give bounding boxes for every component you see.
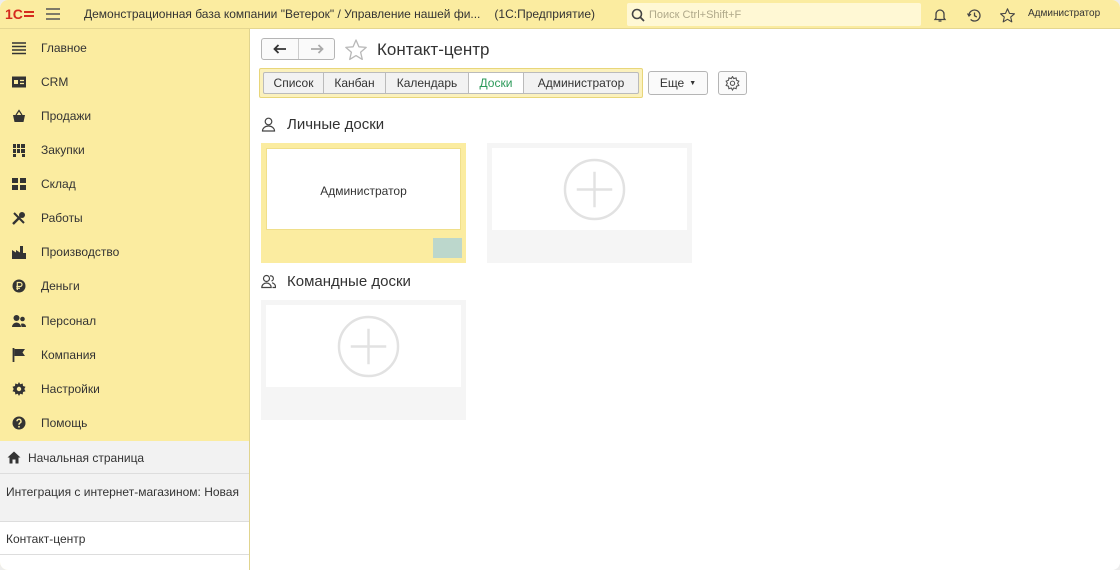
- tab-label: Администратор: [537, 76, 625, 90]
- warehouse-grid-icon: [12, 178, 26, 190]
- more-button-label: Еще: [659, 76, 685, 90]
- page-title: Контакт-центр: [377, 40, 490, 59]
- menu-lines-icon: [12, 42, 26, 55]
- view-tabs: Список Канбан Календарь Доски Администра…: [259, 68, 643, 98]
- open-windows-panel: Начальная страница Интеграция с интернет…: [0, 441, 249, 570]
- sidebar-item-crm[interactable]: CRM: [0, 64, 249, 98]
- sidebar-item-label: Деньги: [41, 279, 80, 293]
- sidebar-item-money[interactable]: Деньги: [0, 268, 249, 302]
- sidebar-item-label: Компания: [41, 348, 96, 362]
- tab-administrator[interactable]: Администратор: [523, 72, 639, 94]
- search-icon: [631, 8, 645, 22]
- tab-label: Список: [273, 76, 314, 90]
- tab-boards[interactable]: Доски: [468, 72, 524, 94]
- open-window-label: Начальная страница: [28, 451, 145, 465]
- sidebar-item-label: Продажи: [41, 109, 92, 123]
- sidebar-item-label: Настройки: [41, 382, 100, 396]
- ruble-coin-icon: [12, 279, 26, 293]
- section-title: Командные доски: [287, 273, 411, 290]
- tab-label: Календарь: [396, 76, 458, 90]
- sidebar-item-company[interactable]: Компания: [0, 337, 249, 371]
- crm-card-icon: [12, 76, 26, 88]
- tab-list[interactable]: Список: [263, 72, 324, 94]
- sidebar-item-label: CRM: [41, 75, 69, 89]
- back-button[interactable]: [262, 39, 298, 59]
- sidebar-item-works[interactable]: Работы: [0, 200, 249, 234]
- arrow-right-icon: [310, 44, 324, 54]
- main-content: Контакт-центр Список Канбан Календарь До…: [250, 29, 1120, 570]
- 1c-logo-icon: 1С: [0, 0, 40, 29]
- open-window-home[interactable]: Начальная страница: [0, 441, 249, 474]
- sidebar-item-label: Работы: [41, 211, 83, 225]
- search-input[interactable]: [649, 8, 899, 21]
- app-platform: (1С:Предприятие): [494, 7, 596, 21]
- person-icon: [261, 117, 276, 132]
- add-team-board-button[interactable]: [261, 300, 466, 420]
- plus-circle-icon: [563, 158, 626, 221]
- open-window-contact-center[interactable]: Контакт-центр: [0, 522, 249, 555]
- history-nav: [261, 38, 335, 60]
- gear-icon: [12, 382, 26, 396]
- sidebar-item-warehouse[interactable]: Склад: [0, 166, 249, 200]
- arrow-left-icon: [273, 44, 286, 54]
- sidebar-item-production[interactable]: Производство: [0, 234, 249, 268]
- open-window-label: Контакт-центр: [6, 532, 86, 546]
- sidebar-item-label: Главное: [41, 41, 87, 55]
- section-title: Личные доски: [287, 116, 385, 133]
- personal-board-administrator[interactable]: Администратор: [261, 143, 466, 263]
- current-user[interactable]: Администратор: [1028, 8, 1100, 19]
- sidebar: Главное CRM Продажи Закупки Склад Работы…: [0, 29, 250, 570]
- people-icon: [12, 315, 26, 327]
- open-window-label: Интеграция с интернет-магазином: Новая: [6, 485, 239, 499]
- gear-icon: [725, 75, 740, 91]
- board-preview: [266, 305, 461, 387]
- sidebar-item-settings[interactable]: Настройки: [0, 371, 249, 405]
- main-menu-icon[interactable]: [40, 0, 66, 29]
- tab-label: Доски: [479, 76, 513, 90]
- board-color-swatch: [433, 238, 462, 258]
- board-preview: [492, 148, 687, 230]
- settings-button[interactable]: [718, 71, 747, 95]
- tab-label: Канбан: [334, 76, 375, 90]
- forward-button[interactable]: [298, 39, 334, 59]
- sidebar-item-sales[interactable]: Продажи: [0, 98, 249, 132]
- sidebar-item-label: Закупки: [41, 143, 85, 157]
- sidebar-item-label: Производство: [41, 245, 120, 259]
- app-title: Демонстрационная база компании "Ветерок"…: [84, 7, 481, 21]
- top-bar: 1С Демонстрационная база компании "Ветер…: [0, 0, 1120, 29]
- tools-icon: [12, 212, 25, 225]
- plus-circle-icon: [337, 315, 400, 378]
- sidebar-item-label: Помощь: [41, 416, 88, 430]
- tab-kanban[interactable]: Канбан: [323, 72, 386, 94]
- global-search[interactable]: [627, 3, 921, 26]
- svg-text:1С: 1С: [5, 6, 23, 22]
- caret-down-icon: ▼: [689, 79, 697, 87]
- people-outline-icon: [261, 274, 276, 289]
- tab-calendar[interactable]: Календарь: [385, 72, 469, 94]
- app-window: 1С Демонстрационная база компании "Ветер…: [0, 0, 1120, 570]
- personal-boards-heading: Личные доски: [261, 116, 384, 133]
- board-preview: Администратор: [266, 148, 461, 230]
- cart-icon: [13, 144, 25, 157]
- add-to-favorites-star-icon[interactable]: [344, 38, 368, 62]
- help-icon: [12, 416, 26, 430]
- history-clock-icon[interactable]: [963, 4, 985, 26]
- sidebar-item-purchases[interactable]: Закупки: [0, 132, 249, 166]
- basket-icon: [13, 109, 25, 122]
- notifications-bell-icon[interactable]: [929, 4, 951, 26]
- team-boards-heading: Командные доски: [261, 273, 411, 290]
- sidebar-item-personnel[interactable]: Персонал: [0, 303, 249, 337]
- sidebar-item-help[interactable]: Помощь: [0, 405, 249, 439]
- sidebar-item-label: Персонал: [41, 314, 97, 328]
- factory-icon: [12, 246, 26, 259]
- favorites-star-icon[interactable]: [996, 4, 1018, 26]
- open-window-integration[interactable]: Интеграция с интернет-магазином: Новая: [0, 474, 249, 522]
- flag-icon: [12, 348, 25, 362]
- board-name: Администратор: [320, 184, 407, 198]
- add-personal-board-button[interactable]: [487, 143, 692, 263]
- more-button[interactable]: Еще ▼: [648, 71, 708, 95]
- sidebar-item-label: Склад: [41, 177, 76, 191]
- sidebar-item-main[interactable]: Главное: [0, 30, 249, 64]
- home-icon: [7, 451, 21, 464]
